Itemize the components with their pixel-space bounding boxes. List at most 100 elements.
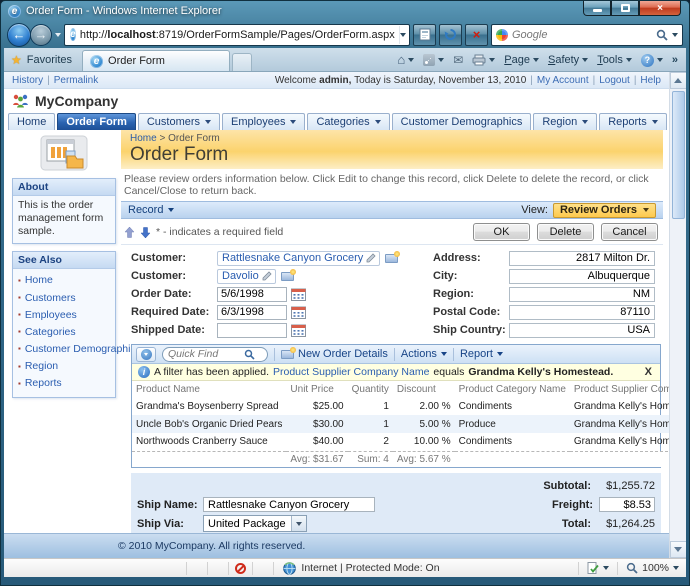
- chevron-down-icon[interactable]: [291, 516, 306, 531]
- col-quantity[interactable]: Quantity: [348, 381, 393, 397]
- ok-button[interactable]: OK: [473, 223, 530, 241]
- nav-tab-customer-demographics[interactable]: Customer Demographics: [391, 113, 532, 130]
- new-order-details-button[interactable]: New Order Details: [281, 346, 388, 360]
- favorites-button[interactable]: ★ Favorites: [4, 53, 82, 71]
- nav-tab-home[interactable]: Home: [8, 113, 56, 130]
- nav-tab-region[interactable]: Region: [533, 113, 598, 130]
- ship-via-select[interactable]: United Package: [203, 515, 307, 532]
- nav-tab-reports[interactable]: Reports: [599, 113, 667, 130]
- region-input[interactable]: [509, 286, 655, 302]
- col-product-name[interactable]: Product Name: [132, 381, 286, 397]
- record-menu[interactable]: Record: [128, 204, 175, 216]
- sidebar-item-home[interactable]: ▪ Home: [18, 272, 111, 289]
- edit-pencil-icon[interactable]: [262, 271, 272, 281]
- new-customer-icon[interactable]: [385, 250, 401, 263]
- shipped-date-input[interactable]: [217, 322, 287, 338]
- sidebar-item-region[interactable]: ▪ Region: [18, 358, 111, 375]
- url-field[interactable]: e http://localhost:8719/OrderFormSample/…: [64, 23, 410, 46]
- refresh-button[interactable]: [439, 23, 462, 46]
- view-selector[interactable]: Review Orders: [552, 202, 656, 218]
- close-button[interactable]: ×: [639, 1, 681, 16]
- new-tab-button[interactable]: [232, 53, 253, 71]
- page-menu[interactable]: Page: [504, 54, 539, 66]
- history-link[interactable]: History: [12, 75, 43, 86]
- quick-find-options-button[interactable]: [136, 346, 156, 362]
- search-icon[interactable]: [244, 349, 255, 360]
- ship-country-input[interactable]: [509, 322, 655, 338]
- required-date-input[interactable]: [217, 304, 287, 320]
- nav-tab-categories[interactable]: Categories: [307, 113, 390, 130]
- table-row[interactable]: Grandma's Boysenberry Spread $25.00 1 2.…: [132, 397, 669, 415]
- nav-tab-customers[interactable]: Customers: [137, 113, 221, 130]
- read-mail-button[interactable]: ✉: [453, 53, 463, 67]
- city-input[interactable]: [509, 268, 655, 284]
- sidebar-item-customers[interactable]: ▪ Customers: [18, 290, 111, 307]
- scrollbar-thumb[interactable]: [671, 91, 685, 219]
- col-product-category[interactable]: Product Category Name: [455, 381, 570, 397]
- filter-close-button[interactable]: X: [645, 366, 654, 378]
- recent-pages-dropdown[interactable]: [55, 32, 61, 37]
- zoom-control[interactable]: 100%: [619, 562, 686, 574]
- ship-name-input[interactable]: [203, 497, 375, 512]
- more-commands-chevron[interactable]: »: [672, 54, 678, 66]
- table-row[interactable]: Northwoods Cranberry Sauce $40.00 2 10.0…: [132, 433, 669, 451]
- sidebar-item-reports[interactable]: ▪ Reports: [18, 375, 111, 392]
- filter-field-link[interactable]: Product Supplier Company Name: [273, 366, 429, 378]
- breadcrumb-home-link[interactable]: Home: [130, 133, 157, 144]
- new-employee-icon[interactable]: [280, 268, 296, 281]
- address-input[interactable]: [509, 250, 655, 266]
- nav-tab-order-form[interactable]: Order Form: [57, 113, 136, 130]
- permalink-link[interactable]: Permalink: [54, 75, 98, 86]
- back-button[interactable]: ←: [7, 22, 31, 47]
- minimize-button[interactable]: [583, 1, 611, 16]
- sidebar-item-employees[interactable]: ▪ Employees: [18, 307, 111, 324]
- edit-pencil-icon[interactable]: [366, 253, 376, 263]
- product-name-link[interactable]: Uncle Bob's Organic Dried Pears: [132, 415, 287, 433]
- compatibility-view-button[interactable]: [413, 23, 436, 46]
- customer-lookup[interactable]: Rattlesnake Canyon Grocery: [217, 250, 381, 266]
- help-menu[interactable]: ?: [640, 53, 663, 67]
- help-link[interactable]: Help: [640, 75, 661, 86]
- search-options-dropdown[interactable]: [672, 32, 678, 37]
- security-zone[interactable]: Internet | Protected Mode: On: [275, 561, 447, 575]
- report-menu[interactable]: Report: [460, 348, 503, 360]
- table-row[interactable]: Uncle Bob's Organic Dried Pears $30.00 1…: [132, 415, 669, 433]
- popup-blocked-icon[interactable]: [235, 562, 247, 574]
- maximize-button[interactable]: [611, 1, 639, 16]
- nav-tab-employees[interactable]: Employees: [222, 113, 306, 130]
- quick-find-box[interactable]: [162, 346, 268, 362]
- safety-menu[interactable]: Safety: [548, 54, 589, 66]
- freight-input[interactable]: [599, 497, 655, 512]
- search-icon[interactable]: [656, 29, 668, 41]
- sidebar-item-categories[interactable]: ▪ Categories: [18, 324, 111, 341]
- move-up-icon[interactable]: [124, 226, 135, 238]
- home-button[interactable]: ⌂: [397, 53, 415, 66]
- logout-link[interactable]: Logout: [599, 75, 630, 86]
- feeds-button[interactable]: [423, 54, 445, 66]
- scroll-up-button[interactable]: [669, 72, 686, 89]
- search-input[interactable]: [512, 28, 652, 41]
- calendar-icon[interactable]: [291, 306, 306, 319]
- employee-lookup[interactable]: Davolio: [217, 268, 276, 284]
- calendar-icon[interactable]: [291, 288, 306, 301]
- cancel-button[interactable]: Cancel: [601, 223, 658, 241]
- calendar-icon[interactable]: [291, 324, 306, 337]
- order-date-input[interactable]: [217, 286, 287, 302]
- delete-button[interactable]: Delete: [537, 223, 594, 241]
- col-discount[interactable]: Discount: [393, 381, 455, 397]
- vertical-scrollbar[interactable]: [669, 72, 686, 558]
- col-product-supplier[interactable]: Product Supplier Company Name: [570, 381, 669, 397]
- forward-button[interactable]: →: [30, 23, 52, 46]
- print-button[interactable]: [472, 54, 496, 66]
- url-dropdown[interactable]: [398, 25, 407, 44]
- quick-find-input[interactable]: [168, 348, 242, 360]
- tools-menu[interactable]: Tools: [597, 54, 632, 66]
- search-box[interactable]: [491, 23, 683, 46]
- sidebar-item-customer-demographics[interactable]: ▪ Customer Demographics: [18, 341, 141, 358]
- move-down-icon[interactable]: [140, 226, 151, 238]
- actions-menu[interactable]: Actions: [401, 348, 447, 360]
- my-account-link[interactable]: My Account: [537, 75, 589, 86]
- postal-code-input[interactable]: [509, 304, 655, 320]
- stop-button[interactable]: ×: [465, 23, 488, 46]
- product-name-link[interactable]: Grandma's Boysenberry Spread: [132, 397, 286, 415]
